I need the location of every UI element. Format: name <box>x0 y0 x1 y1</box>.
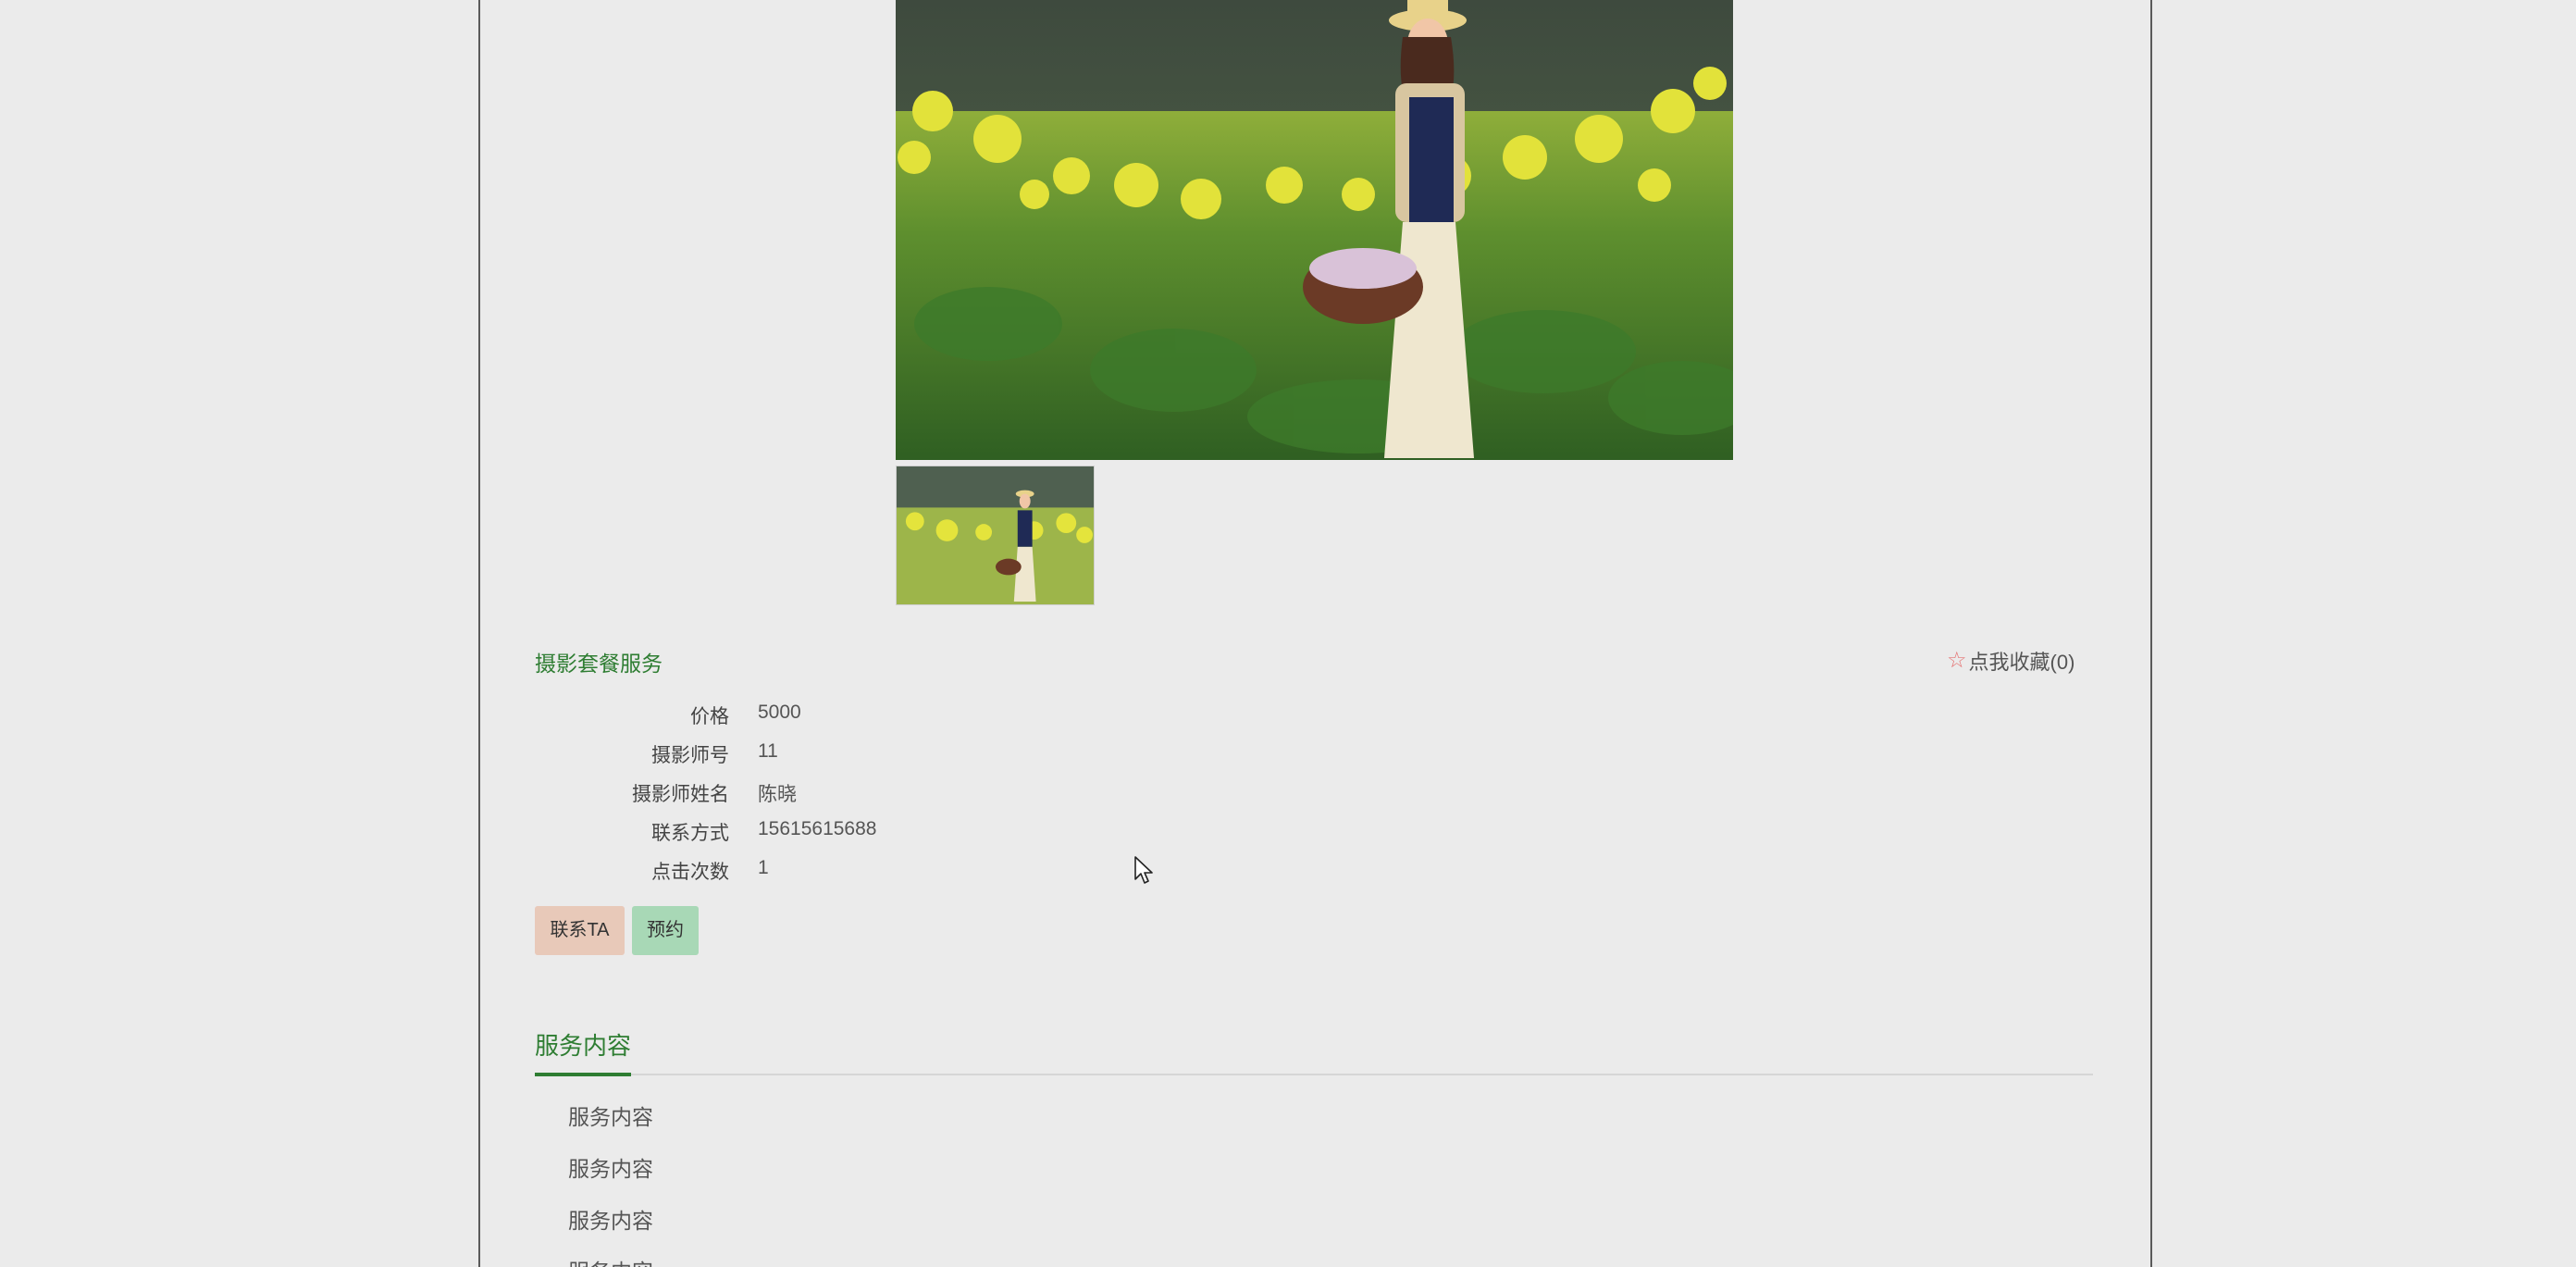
info-label: 摄影师号 <box>651 745 729 766</box>
info-row-clicks: 点击次数 1 <box>535 857 1183 894</box>
book-button[interactable]: 预约 <box>632 906 699 955</box>
info-value: 15615615688 <box>758 818 877 839</box>
photo-thumbnail[interactable] <box>896 466 1095 605</box>
tab-bar: 服务内容 <box>535 1025 2093 1076</box>
thumbnail-illustration <box>897 466 1094 604</box>
info-row-photographer-name: 摄影师姓名 陈晓 <box>535 779 1183 816</box>
favorite-button[interactable]: ☆ 点我收藏(0) <box>1947 646 2074 676</box>
info-label: 价格 <box>690 706 729 727</box>
info-value: 1 <box>758 857 769 878</box>
main-photo <box>896 0 1733 460</box>
info-label: 点击次数 <box>651 862 729 883</box>
list-item: 服务内容 <box>568 1105 653 1129</box>
photo-illustration <box>896 0 1733 460</box>
info-value: 陈晓 <box>758 784 797 805</box>
info-value: 5000 <box>758 702 801 723</box>
info-row-contact: 联系方式 15615615688 <box>535 818 1183 855</box>
tab-service-content[interactable]: 服务内容 <box>535 1027 632 1076</box>
star-outline-icon: ☆ <box>1947 648 1967 673</box>
info-row-price: 价格 5000 <box>535 702 1183 739</box>
info-value: 11 <box>758 740 778 762</box>
contact-button[interactable]: 联系TA <box>535 906 625 955</box>
info-label: 摄影师姓名 <box>632 784 729 805</box>
list-item: 服务内容 <box>568 1254 653 1267</box>
info-label: 联系方式 <box>651 823 729 844</box>
info-row-photographer-id: 摄影师号 11 <box>535 740 1183 777</box>
list-item: 服务内容 <box>568 1157 653 1181</box>
service-title: 摄影套餐服务 <box>535 652 663 676</box>
favorite-label: 点我收藏(0) <box>1968 651 2075 674</box>
list-item: 服务内容 <box>568 1209 653 1233</box>
page: 摄影套餐服务 ☆ 点我收藏(0) 价格 5000 摄影师号 11 摄影师姓名 陈… <box>0 0 2576 1267</box>
mouse-cursor-icon <box>1134 856 1153 884</box>
